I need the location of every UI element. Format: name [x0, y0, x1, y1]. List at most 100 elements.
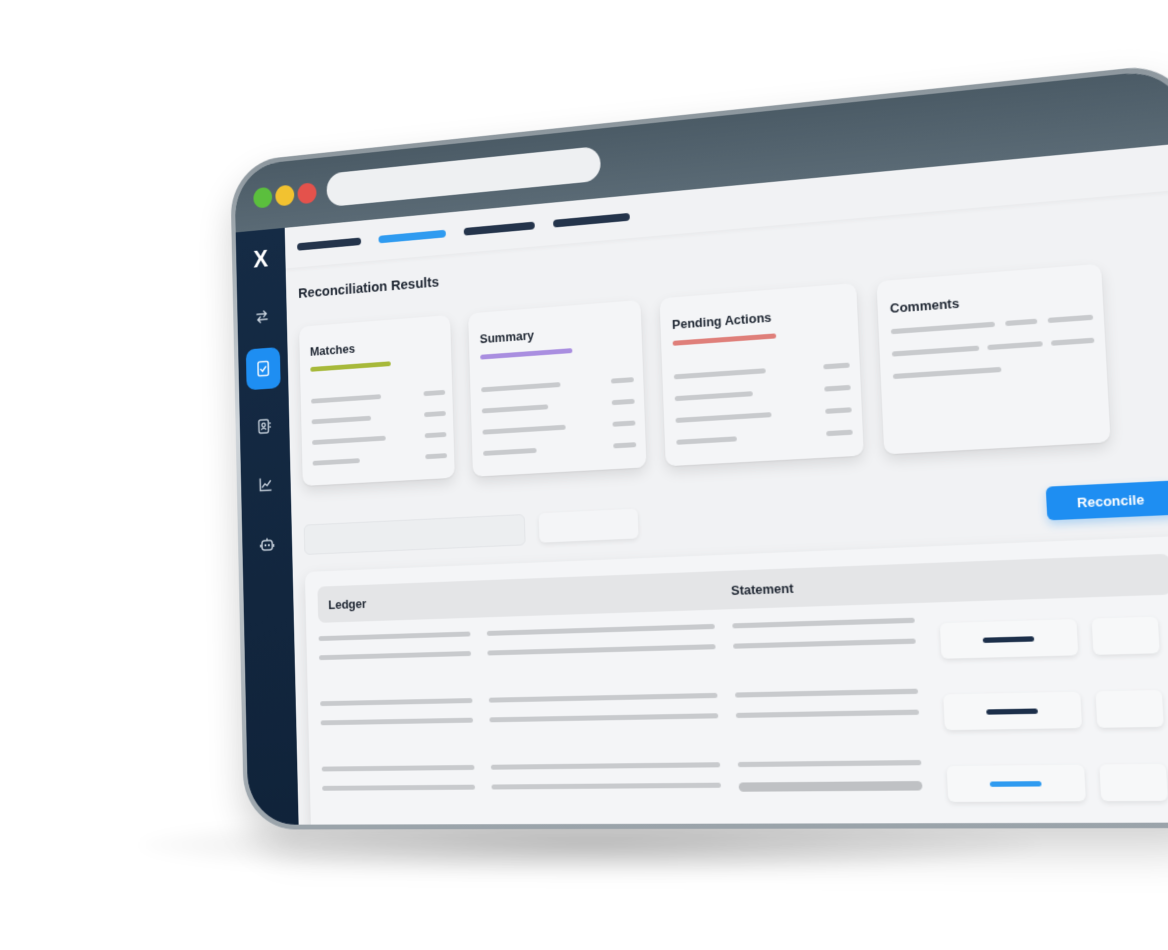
ledger-cell-line	[319, 651, 472, 661]
page-title: Reconciliation Results	[298, 273, 440, 302]
placeholder-line	[483, 447, 537, 456]
sidebar-item-transfers[interactable]	[248, 301, 276, 333]
placeholder-value	[825, 407, 852, 414]
placeholder-value	[824, 384, 851, 392]
summary-accent-bar	[480, 348, 573, 360]
column-header-statement: Statement	[730, 580, 794, 599]
placeholder-value	[823, 362, 850, 370]
tab-3[interactable]	[463, 221, 535, 236]
placeholder-line	[987, 341, 1043, 351]
column-header-ledger: Ledger	[328, 596, 367, 613]
match-button[interactable]	[939, 619, 1079, 659]
placeholder-line	[481, 404, 549, 414]
search-input[interactable]	[303, 514, 526, 555]
sidebar-item-reconciliation[interactable]	[245, 346, 281, 391]
window-close-button[interactable]	[297, 182, 317, 205]
placeholder-line	[673, 368, 766, 380]
summary-card: Summary	[468, 299, 647, 477]
placeholder-value	[613, 442, 637, 449]
pending-actions-card-title: Pending Actions	[671, 309, 772, 332]
match-button[interactable]	[946, 764, 1086, 802]
ledger-cell-line	[321, 764, 475, 772]
ledger-detail-line	[486, 623, 715, 636]
statement-cell-line	[737, 759, 922, 768]
ledger-detail-line	[488, 692, 718, 703]
ledger-detail-line	[487, 644, 716, 656]
tablet-device: X Reconciliation Results Matches Summary…	[230, 61, 1168, 830]
placeholder-line	[675, 412, 772, 423]
robot-icon	[259, 536, 275, 554]
placeholder-line	[1005, 318, 1038, 327]
app-window: X Reconciliation Results Matches Summary…	[234, 67, 1168, 825]
statement-cell-line	[733, 638, 916, 649]
sidebar-item-automation[interactable]	[253, 529, 281, 560]
statement-cell-line	[735, 709, 920, 719]
placeholder-line	[891, 345, 980, 357]
ledger-detail-line	[489, 713, 719, 723]
statement-cell-line	[738, 781, 923, 792]
tab-4[interactable]	[553, 212, 630, 228]
match-button-indicator	[982, 636, 1035, 643]
placeholder-value	[423, 389, 446, 397]
app-logo: X	[253, 244, 269, 274]
row-options-button[interactable]	[1095, 689, 1164, 728]
address-bar[interactable]	[326, 145, 602, 208]
match-button-indicator	[989, 781, 1042, 787]
ledger-cell-line	[322, 784, 476, 791]
placeholder-line	[1047, 314, 1094, 324]
sidebar-item-contacts[interactable]	[251, 411, 279, 443]
filter-button[interactable]	[538, 508, 639, 543]
matches-card-title: Matches	[309, 341, 356, 359]
comments-card: Comments	[876, 263, 1111, 455]
pending-actions-card: Pending Actions	[659, 282, 864, 467]
reconciliation-table: Ledger Statement	[304, 535, 1168, 825]
pending-accent-bar	[672, 333, 777, 346]
placeholder-value	[826, 429, 853, 437]
tab-1[interactable]	[297, 237, 362, 251]
line-chart-icon	[258, 475, 274, 493]
placeholder-line	[890, 321, 995, 335]
window-maximize-button[interactable]	[253, 186, 273, 209]
placeholder-line	[892, 366, 1002, 380]
placeholder-line	[482, 424, 566, 435]
summary-card-title: Summary	[479, 327, 535, 347]
statement-cell-line	[735, 688, 919, 698]
transfer-arrows-icon	[254, 308, 270, 326]
matches-accent-bar	[310, 361, 391, 372]
placeholder-value	[424, 410, 446, 418]
ledger-cell-line	[318, 631, 471, 642]
placeholder-line	[674, 391, 753, 402]
statement-cell-line	[732, 617, 915, 629]
contact-card-icon	[257, 417, 273, 435]
document-check-icon	[256, 360, 270, 378]
sidebar-item-analytics[interactable]	[252, 469, 280, 500]
placeholder-value	[610, 377, 634, 384]
placeholder-value	[425, 453, 448, 460]
placeholder-line	[481, 382, 561, 393]
placeholder-value	[424, 432, 447, 439]
ledger-detail-line	[491, 782, 721, 790]
matches-card: Matches	[299, 314, 455, 487]
placeholder-line	[311, 415, 372, 425]
window-minimize-button[interactable]	[275, 184, 295, 207]
comments-card-title: Comments	[889, 295, 960, 316]
placeholder-line	[312, 458, 360, 466]
match-button[interactable]	[943, 691, 1083, 731]
main-content: Reconciliation Results Matches Summary P…	[286, 189, 1168, 825]
match-button-indicator	[986, 708, 1038, 715]
row-options-button[interactable]	[1091, 616, 1160, 655]
placeholder-value	[612, 420, 636, 427]
scene: X Reconciliation Results Matches Summary…	[0, 0, 1168, 950]
placeholder-line	[311, 394, 382, 404]
ledger-cell-line	[320, 717, 474, 726]
reconcile-button[interactable]: Reconcile	[1045, 480, 1168, 521]
tab-2-active[interactable]	[378, 229, 446, 244]
placeholder-line	[1051, 337, 1095, 346]
ledger-detail-line	[490, 762, 721, 770]
row-options-button[interactable]	[1099, 763, 1168, 802]
placeholder-value	[611, 398, 635, 406]
placeholder-line	[312, 435, 386, 445]
ledger-cell-line	[320, 698, 473, 707]
table-row[interactable]	[309, 755, 1168, 825]
placeholder-line	[676, 436, 737, 445]
